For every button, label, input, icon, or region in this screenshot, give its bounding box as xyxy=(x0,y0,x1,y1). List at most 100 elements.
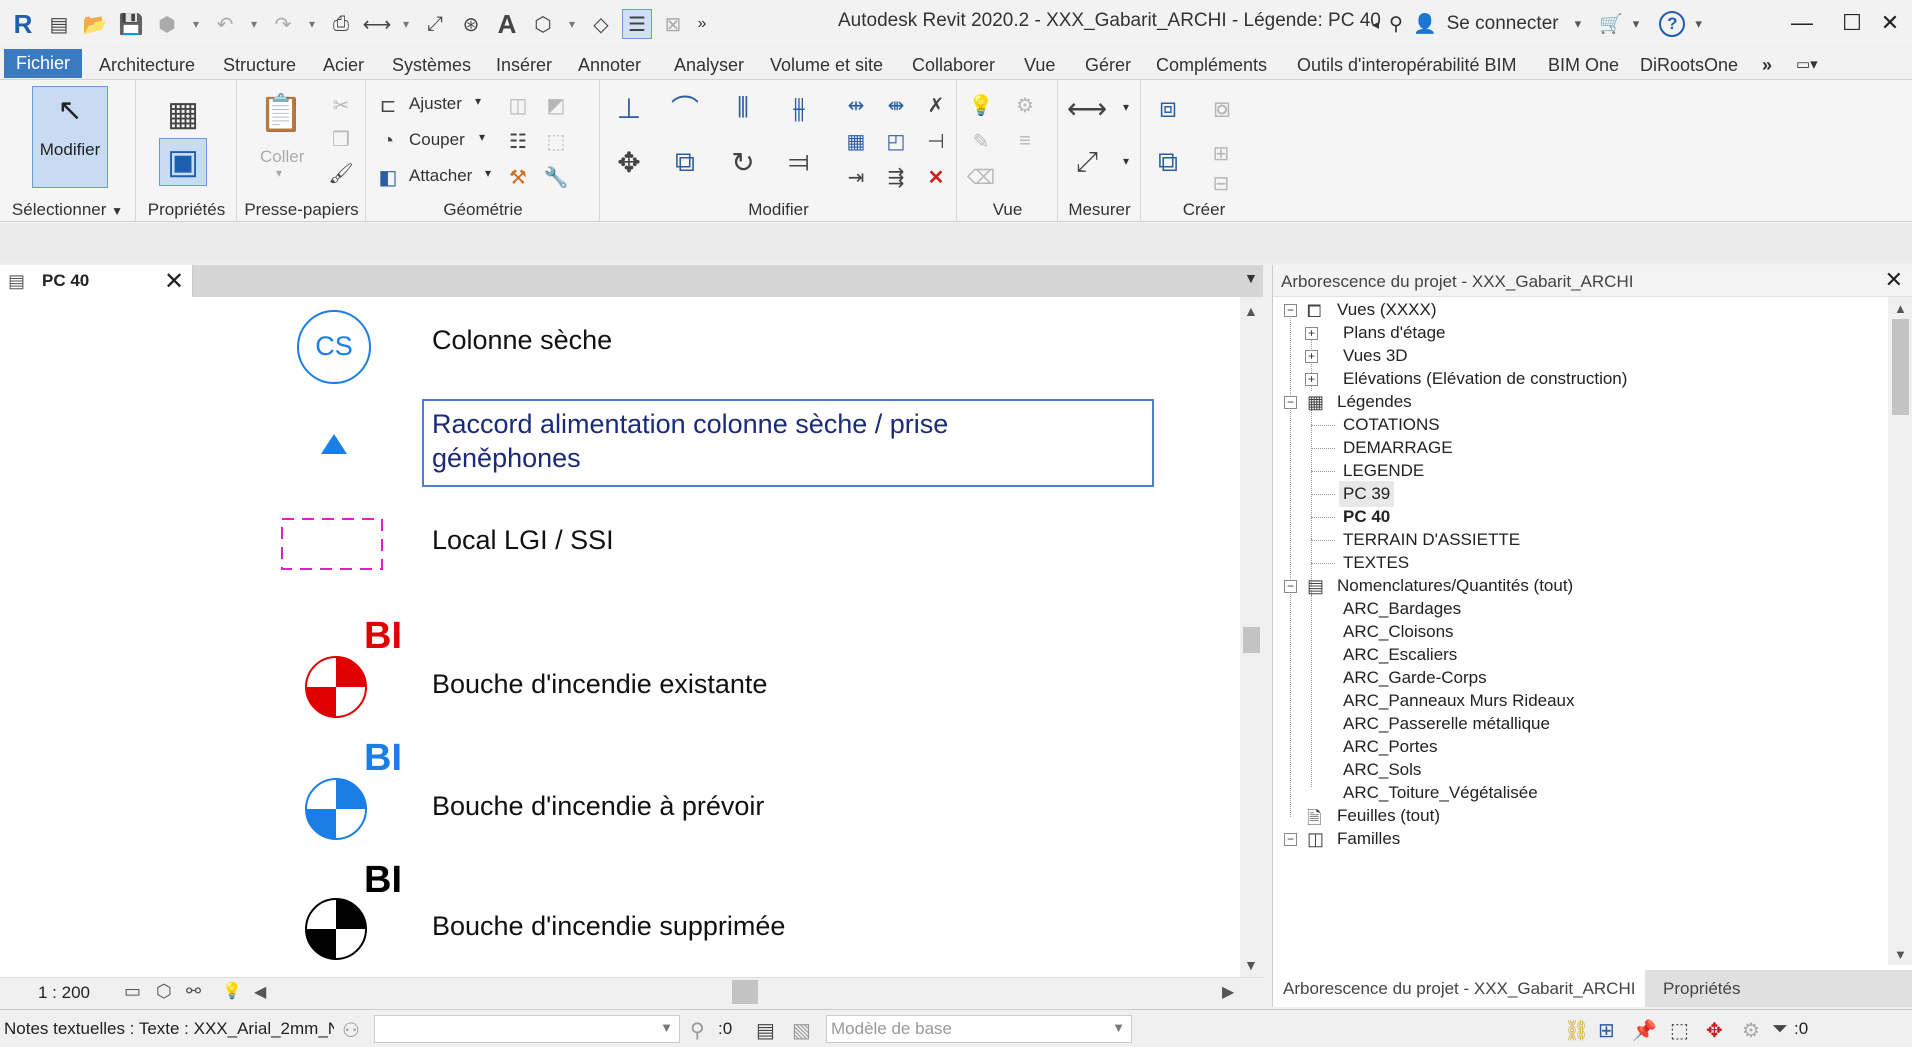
chevron-down-icon[interactable]: ▾ xyxy=(398,9,414,39)
tab-properties[interactable]: Propriétés xyxy=(1653,970,1750,1007)
join-label[interactable]: Attacher xyxy=(409,166,472,186)
create-assembly-icon[interactable]: ⧈ xyxy=(1150,90,1186,126)
tab-collaborer[interactable]: Collaborer xyxy=(900,52,1007,80)
view-vertical-scrollbar[interactable]: ▲ ▼ xyxy=(1240,297,1263,977)
save-icon[interactable]: 💾 xyxy=(116,9,146,39)
tab-acier[interactable]: Acier xyxy=(311,52,376,80)
chevron-down-icon[interactable]: ▾ xyxy=(564,9,580,39)
horizontal-scroll-thumb[interactable] xyxy=(732,980,758,1004)
tab-annoter[interactable]: Annoter xyxy=(566,52,653,80)
chevron-down-icon[interactable]: ▾ xyxy=(1123,154,1129,168)
sun-path-icon[interactable]: ⚯ xyxy=(186,981,201,1002)
scroll-left-arrow-icon[interactable]: ◀ xyxy=(254,982,266,1002)
mirror-pick-icon[interactable]: ⫴ xyxy=(725,90,761,126)
exclude-options-icon[interactable]: ▧ xyxy=(792,1018,811,1043)
sign-in-link[interactable]: Se connecter xyxy=(1447,13,1559,35)
background-processes-icon[interactable]: ⚙ xyxy=(1742,1018,1760,1043)
create-parts-icon[interactable]: ⧇ xyxy=(1204,90,1240,126)
editing-requests-icon[interactable]: ⚲ xyxy=(690,1018,705,1043)
view-scale[interactable]: 1 : 200 xyxy=(38,983,90,1003)
chevron-down-icon[interactable]: ▾ xyxy=(304,9,320,39)
close-button[interactable]: ✕ xyxy=(1870,6,1910,40)
close-hidden-icon[interactable]: ⊠ xyxy=(658,9,688,39)
tab-architecture[interactable]: Architecture xyxy=(87,52,207,80)
tab-complements[interactable]: Compléments xyxy=(1144,52,1279,80)
create-group-icon[interactable]: ⧉ xyxy=(1150,144,1186,180)
pick-icon[interactable]: 🔧 xyxy=(543,164,569,190)
tab-gerer[interactable]: Gérer xyxy=(1073,52,1143,80)
select-pinned-icon[interactable]: 📌 xyxy=(1632,1018,1657,1043)
tab-dirootsone[interactable]: DiRootsOne xyxy=(1628,52,1750,80)
select-underlay-icon[interactable]: ⊞ xyxy=(1598,1018,1615,1043)
home-icon[interactable]: ▤ xyxy=(44,9,74,39)
close-icon[interactable]: ✕ xyxy=(164,267,184,296)
ribbon-options-icon[interactable]: ▭▾ xyxy=(1784,52,1830,80)
arrow-left-icon[interactable]: ◂ xyxy=(1372,16,1379,33)
expand-icon[interactable]: + xyxy=(1305,350,1318,363)
chevron-down-icon[interactable]: ▾ xyxy=(1575,16,1582,32)
help-icon[interactable]: ? xyxy=(1659,11,1686,37)
copy-element-icon[interactable]: ⧉ xyxy=(667,144,703,180)
expand-icon[interactable]: + xyxy=(1305,373,1318,386)
dimension-icon[interactable]: ⤢ xyxy=(420,9,450,39)
scroll-thumb[interactable] xyxy=(1243,627,1260,653)
chevron-down-icon[interactable]: ▾ xyxy=(188,9,204,39)
collapse-icon[interactable]: − xyxy=(1284,580,1297,593)
chevron-down-icon[interactable]: ▾ xyxy=(1123,100,1129,114)
filter-icon[interactable]: ⏷ xyxy=(1772,1018,1788,1041)
override-icon[interactable]: ⚙ xyxy=(1012,92,1038,118)
text-icon[interactable]: A xyxy=(492,9,522,39)
trim-label[interactable]: Ajuster xyxy=(409,94,462,114)
align-icon[interactable]: ⊥ xyxy=(611,90,647,126)
design-option-combo[interactable]: Modèle de base ▼ xyxy=(826,1015,1132,1043)
redo-icon[interactable]: ↷ xyxy=(268,9,298,39)
select-by-face-icon[interactable]: ⬚ xyxy=(1670,1018,1689,1043)
tab-structure[interactable]: Structure xyxy=(211,52,308,80)
close-icon[interactable]: ✕ xyxy=(1885,267,1903,293)
tab-analyser[interactable]: Analyser xyxy=(662,52,756,80)
lightbulb-icon[interactable]: 💡 xyxy=(968,92,994,118)
temp-hide-icon[interactable]: 💡 xyxy=(222,981,242,1001)
eraser-icon[interactable]: ⌫ xyxy=(967,164,995,190)
paste-icon[interactable]: 📋 xyxy=(258,90,304,136)
visual-style-icon[interactable]: ⬡ xyxy=(156,981,172,1002)
unpin-icon[interactable]: ✗ xyxy=(923,92,949,118)
more-icon[interactable]: » xyxy=(694,9,710,39)
drawing-canvas[interactable]: CS Colonne sèche Raccord alimentation co… xyxy=(0,297,1240,977)
user-icon[interactable]: 👤 xyxy=(1413,12,1437,36)
beam-column-icon[interactable]: ☷ xyxy=(505,128,531,154)
join-icon[interactable]: ◧ xyxy=(375,164,401,190)
scroll-right-arrow-icon[interactable]: ▶ xyxy=(1222,982,1234,1002)
cut-label[interactable]: Couper xyxy=(409,130,465,150)
similar-icon[interactable]: ⊞ xyxy=(1208,140,1234,166)
detail-level-icon[interactable]: ▭ xyxy=(124,981,141,1002)
split-icon[interactable]: ⇹ xyxy=(843,92,869,118)
chevron-down-icon[interactable]: ▾ xyxy=(479,130,485,144)
tab-interoperabilite-bim[interactable]: Outils d'interopérabilité BIM xyxy=(1285,52,1529,80)
revit-logo-icon[interactable]: R xyxy=(8,9,38,39)
chevron-down-icon[interactable]: ▾ xyxy=(475,94,481,108)
tab-vue[interactable]: Vue xyxy=(1012,52,1067,80)
worksharing-icon[interactable]: ⚇ xyxy=(342,1018,360,1043)
aligned-dimension-icon[interactable]: ⤢ xyxy=(1069,144,1105,180)
scroll-up-arrow-icon[interactable]: ▲ xyxy=(1894,301,1907,316)
binoculars-icon[interactable]: ⚲ xyxy=(1389,13,1403,36)
brush-icon[interactable]: ✎ xyxy=(968,128,994,154)
minimize-button[interactable]: — xyxy=(1782,6,1822,40)
workset-combo[interactable]: ▼ xyxy=(374,1015,680,1043)
collapse-icon[interactable]: − xyxy=(1284,304,1297,317)
delete-icon[interactable]: ✕ xyxy=(923,164,949,190)
print-icon[interactable]: ⎙ xyxy=(326,9,356,39)
tab-project-browser[interactable]: Arborescence du projet - XXX_Gabarit_ARC… xyxy=(1273,970,1646,1007)
tab-inserer[interactable]: Insérer xyxy=(484,52,564,80)
tab-systemes[interactable]: Systèmes xyxy=(380,52,483,80)
rotate-icon[interactable]: ↻ xyxy=(725,144,761,180)
type-properties-icon[interactable]: ▦ xyxy=(159,90,207,138)
linework-icon[interactable]: ≡ xyxy=(1012,128,1038,154)
drag-elements-icon[interactable]: ✥ xyxy=(1706,1018,1723,1043)
similar-2-icon[interactable]: ⊟ xyxy=(1208,170,1234,196)
cut-icon[interactable]: ✂ xyxy=(328,92,354,118)
split-gap-icon[interactable]: ⇼ xyxy=(883,92,909,118)
measure-between-icon[interactable]: ⟷ xyxy=(1067,90,1107,126)
extend-multiple-icon[interactable]: ⇶ xyxy=(883,164,909,190)
